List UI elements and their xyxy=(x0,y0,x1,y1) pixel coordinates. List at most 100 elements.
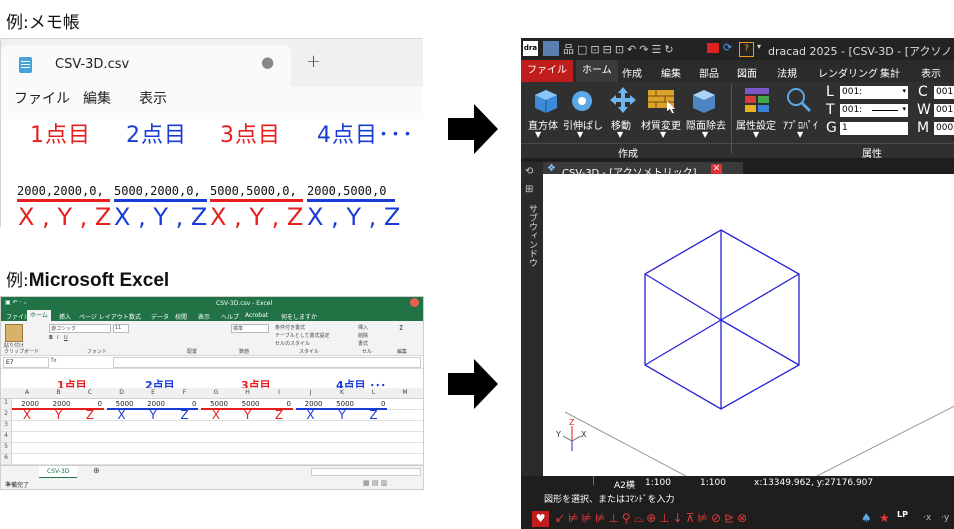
dropdown-arrow-icon[interactable]: ▼ xyxy=(702,130,708,139)
bold-button[interactable]: B xyxy=(49,335,53,341)
cell-value[interactable]: 2000 xyxy=(293,400,323,408)
column-header[interactable]: I xyxy=(264,389,294,396)
paste-icon[interactable] xyxy=(5,324,23,342)
cad-menu-edit[interactable]: 編集 xyxy=(661,65,681,80)
column-header[interactable]: A xyxy=(12,389,42,396)
cell-value[interactable]: 2000 xyxy=(9,400,39,408)
menu-file[interactable]: ファイル xyxy=(14,88,70,108)
cell-axis-label[interactable]: Z xyxy=(170,408,200,422)
xl-tab-view[interactable]: 表示 xyxy=(198,312,210,321)
qat-dropdown-icon[interactable]: ▾ xyxy=(757,42,761,51)
monitor-icon[interactable] xyxy=(707,43,719,53)
menu-view[interactable]: 表示 xyxy=(139,88,167,108)
move-icon[interactable] xyxy=(609,86,637,114)
ortho-icon[interactable]: ♠ xyxy=(861,511,872,525)
xl-tab-layout[interactable]: ページ レイアウト xyxy=(79,312,129,321)
column-header[interactable]: F xyxy=(170,389,200,396)
cell-axis-label[interactable]: Y xyxy=(44,408,74,422)
column-header[interactable]: J xyxy=(296,389,326,396)
y-axis-icon[interactable]: ·y xyxy=(941,513,949,523)
table-row[interactable]: 2XYZXYZXYZXYZ xyxy=(1,408,423,422)
xl-tab-review[interactable]: 校閲 xyxy=(175,312,187,321)
hidden-surface-icon[interactable] xyxy=(691,88,717,114)
column-header[interactable]: H xyxy=(233,389,263,396)
delete-cells-button[interactable]: 削除 xyxy=(358,332,368,339)
cad-menu-parts[interactable]: 部品 xyxy=(699,65,719,80)
cell-value[interactable]: 0 xyxy=(356,400,385,408)
cell-axis-label[interactable]: X xyxy=(296,408,326,422)
cell-value[interactable]: 0 xyxy=(72,400,102,408)
account-avatar[interactable] xyxy=(410,298,419,307)
btn-box-label[interactable]: 直方体 xyxy=(528,117,558,132)
material-M-select[interactable]: 000 xyxy=(934,122,954,135)
row-number[interactable]: 6 xyxy=(1,454,12,464)
dropdown-arrow-icon[interactable]: ▼ xyxy=(617,130,623,139)
dropdown-arrow-icon[interactable]: ▼ xyxy=(660,130,666,139)
xl-tab-insert[interactable]: 挿入 xyxy=(59,312,71,321)
row-number[interactable]: 5 xyxy=(1,443,12,453)
subwindow-icon[interactable]: ⊞ xyxy=(525,184,533,195)
cell-axis-label[interactable]: Y xyxy=(138,408,168,422)
cad-menu-law[interactable]: 法規 xyxy=(777,65,797,80)
name-box[interactable]: E7 xyxy=(3,357,49,368)
help-icon[interactable]: ? xyxy=(739,42,754,57)
dropdown-arrow-icon[interactable]: ▼ xyxy=(535,130,541,139)
column-header[interactable]: G xyxy=(201,389,231,396)
italic-button[interactable]: I xyxy=(57,335,58,341)
appropriate-icon[interactable] xyxy=(785,86,813,114)
cell-axis-label[interactable]: Z xyxy=(264,408,294,422)
cell-axis-label[interactable]: Z xyxy=(75,408,105,422)
cell-axis-label[interactable]: X xyxy=(107,408,137,422)
box-3d-icon[interactable] xyxy=(533,88,559,114)
column-header[interactable]: B xyxy=(44,389,74,396)
layer-G-input[interactable]: 1 xyxy=(840,122,908,135)
drawing-viewport[interactable]: Z Y X xyxy=(543,174,954,476)
subwindow-icon[interactable]: ⟲ xyxy=(525,166,533,177)
dropdown-arrow-icon[interactable]: ▼ xyxy=(753,130,759,139)
table-row[interactable]: 4 xyxy=(1,432,423,443)
notepad-tab[interactable]: CSV-3D.csv ● xyxy=(1,45,291,87)
xl-tab-acrobat[interactable]: Acrobat xyxy=(245,312,268,319)
unsaved-dot-icon[interactable]: ● xyxy=(261,53,274,71)
heart-icon[interactable]: ♥ xyxy=(532,511,549,527)
column-header[interactable]: C xyxy=(75,389,105,396)
number-format-box[interactable]: 標準 xyxy=(231,324,269,333)
xl-tab-formulas[interactable]: 数式 xyxy=(129,312,141,321)
quick-access-toolbar[interactable]: 品□⊡⊟⊡↶↷☰↻ xyxy=(563,41,677,57)
cad-menu-create[interactable]: 作成 xyxy=(622,65,642,80)
xl-tab-home[interactable]: ホーム xyxy=(27,310,51,321)
row-number[interactable]: 3 xyxy=(1,421,12,431)
subwindow-label[interactable]: サブウィンドウ xyxy=(526,204,539,267)
sum-icon[interactable]: Σ xyxy=(399,324,403,332)
extend-icon[interactable] xyxy=(569,88,595,114)
new-tab-button[interactable]: + xyxy=(306,51,321,72)
cell-axis-label[interactable]: Z xyxy=(359,408,389,422)
attribute-setting-icon[interactable] xyxy=(743,86,771,114)
column-header[interactable]: K xyxy=(327,389,357,396)
width-W-select[interactable]: 001 xyxy=(934,104,954,117)
sync-icon[interactable]: ⟳ xyxy=(723,41,732,54)
dropdown-arrow-icon[interactable]: ▼ xyxy=(797,130,803,139)
lp-icon[interactable]: LP xyxy=(897,510,908,519)
add-sheet-button[interactable]: ⊕ xyxy=(93,466,100,475)
xl-tab-data[interactable]: データ xyxy=(151,312,169,321)
cell-axis-label[interactable]: Y xyxy=(327,408,357,422)
row-number[interactable]: 4 xyxy=(1,432,12,442)
cad-menu-render[interactable]: レンダリング xyxy=(818,65,878,80)
cell-value[interactable]: 0 xyxy=(167,400,196,408)
xl-tab-help[interactable]: ヘルプ xyxy=(221,312,239,321)
format-cells-button[interactable]: 書式 xyxy=(358,340,368,347)
cell-value[interactable]: 2000 xyxy=(135,400,165,408)
font-name-box[interactable]: 游ゴシック xyxy=(49,324,111,333)
snap-mode-icons[interactable]: ↙⊭⊭⊭⊥⚲⌓⊕⊥↓⊼⊭⊘⊵⊗ xyxy=(555,511,750,526)
table-row[interactable]: 6 xyxy=(1,454,423,465)
cell-value[interactable]: 5000 xyxy=(198,400,228,408)
cad-menu-view[interactable]: 表示 xyxy=(921,65,941,80)
insert-cells-button[interactable]: 挿入 xyxy=(358,324,368,331)
cell-value[interactable]: 2000 xyxy=(41,400,71,408)
cad-menu-home[interactable]: ホーム xyxy=(576,60,618,82)
cell-value[interactable]: 5000 xyxy=(324,400,354,408)
table-row[interactable]: 3 xyxy=(1,421,423,432)
cell-style-button[interactable]: セルのスタイル xyxy=(275,340,310,347)
column-header[interactable]: M xyxy=(390,389,420,396)
